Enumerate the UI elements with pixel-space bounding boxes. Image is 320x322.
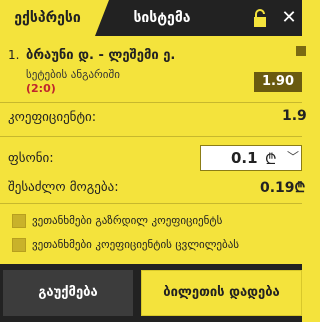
stake-input[interactable]: 0.1 ₾ ﹀ bbox=[200, 145, 302, 171]
divider bbox=[0, 136, 302, 137]
tab-express[interactable]: ექსპრესი bbox=[0, 0, 109, 36]
checkbox-label: ვეთანხმები კოეფიციენტის ცვლილებას bbox=[32, 238, 240, 251]
tab-system[interactable]: სისტემა bbox=[112, 0, 212, 36]
remove-bet-icon[interactable] bbox=[296, 46, 306, 56]
place-bet-button[interactable]: ბილეთის დადება bbox=[141, 270, 302, 316]
divider bbox=[0, 203, 302, 204]
coefficient-label: კოეფიციენტი: bbox=[8, 110, 97, 125]
bet-market: სეტების ანგარიში bbox=[26, 68, 120, 81]
lock-icon[interactable] bbox=[251, 8, 269, 28]
bet-score: (2:0) bbox=[26, 82, 56, 95]
checkbox-label: ვეთანხმები გაზრდილ კოეფიციენტს bbox=[32, 214, 223, 227]
bet-match: ბრაუნი დ. - ლეშემი ე. bbox=[26, 48, 176, 63]
bet-type-tabs: ექსპრესი სისტემა ✕ bbox=[0, 0, 302, 36]
chevron-down-icon[interactable]: ﹀ bbox=[287, 148, 299, 165]
bet-odd: 1.90 bbox=[254, 72, 302, 92]
stake-amount: 0.1 bbox=[231, 149, 258, 167]
close-icon[interactable]: ✕ bbox=[280, 8, 298, 28]
stake-label: ფსონი: bbox=[8, 151, 54, 166]
payout-value: 0.19₾ bbox=[260, 180, 306, 196]
bet-index: 1. bbox=[8, 48, 20, 62]
cancel-button[interactable]: გაუქმება bbox=[3, 270, 133, 316]
checkbox-accept-changes[interactable] bbox=[12, 238, 26, 252]
checkbox-accept-increased[interactable] bbox=[12, 214, 26, 228]
currency-icon: ₾ bbox=[294, 180, 306, 196]
coefficient-value: 1.9 bbox=[282, 108, 307, 124]
currency-icon: ₾ bbox=[265, 150, 277, 168]
divider bbox=[0, 102, 302, 103]
payout-label: შესაძლო მოგება: bbox=[8, 180, 119, 195]
